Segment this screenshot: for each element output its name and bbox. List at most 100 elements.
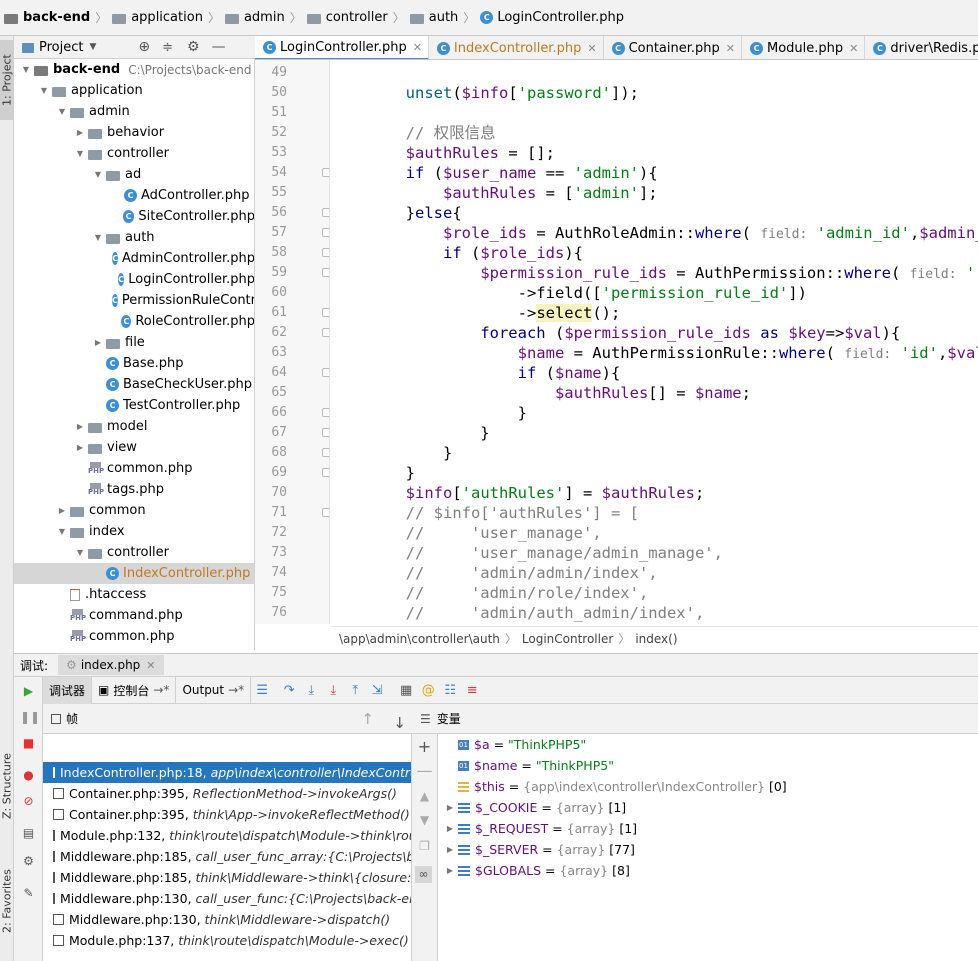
chevron-right-icon[interactable]: ▶ [74, 422, 86, 431]
tree-item[interactable]: ▼ auth [14, 227, 254, 248]
run-to-cursor-icon[interactable]: ⇲ [369, 683, 385, 698]
close-icon[interactable]: ✕ [587, 42, 596, 55]
glasses-icon[interactable]: ∞ [415, 866, 432, 883]
pause-icon[interactable]: ❚❚ [20, 709, 40, 726]
structure-tool-tab[interactable]: Z: Structure [0, 736, 14, 836]
frame-row[interactable]: Middleware.php:185, call_user_func_array:… [43, 846, 411, 867]
move-down-icon[interactable]: ▼ [416, 812, 433, 829]
target-icon[interactable]: ⊕ [138, 39, 150, 55]
close-icon[interactable]: ✕ [413, 41, 422, 54]
editor-tab[interactable]: C LoginController.php ✕ [255, 36, 429, 59]
fold-marker-icon[interactable] [322, 208, 329, 217]
variable-row[interactable]: ▶ $GLOBALS = {array} [8] [438, 860, 978, 881]
mute-breakpoints-icon[interactable]: ⊘ [20, 793, 37, 810]
project-panel-title[interactable]: Project [39, 40, 83, 55]
editor-tab[interactable]: Cdriver\Redis.php✕ [865, 36, 978, 59]
variable-row[interactable]: 01 $a = "ThinkPHP5" [438, 734, 978, 755]
tree-item[interactable]: ▶ behavior [14, 122, 254, 143]
tree-item[interactable]: ▼ index [14, 521, 254, 542]
chevron-right-icon[interactable]: ▶ [74, 128, 86, 137]
frame-row[interactable]: Container.php:395, think\App->invokeRefle… [43, 804, 411, 825]
chevron-down-icon[interactable]: ▼ [56, 527, 68, 536]
force-step-into-icon[interactable]: ⤓ [325, 683, 341, 698]
resume-icon[interactable]: ▶ [20, 683, 37, 700]
tree-item[interactable]: ▼ application [14, 80, 254, 101]
tree-item[interactable]: ▼ admin [14, 101, 254, 122]
variable-row[interactable]: 01 $name = "ThinkPHP5" [438, 755, 978, 776]
fold-marker-icon[interactable] [322, 268, 329, 277]
pin-icon[interactable]: →* [153, 683, 169, 697]
frame-row[interactable]: Middleware.php:130, think\Middleware->dis… [43, 909, 411, 930]
tree-item[interactable]: .htaccess [14, 584, 254, 605]
down-arrow-icon[interactable]: ↓ [393, 714, 406, 732]
tree-item[interactable]: ▶ common [14, 500, 254, 521]
chevron-down-icon[interactable]: ▼ [74, 149, 86, 158]
chevron-down-icon[interactable]: ▼ [92, 170, 104, 179]
code-breadcrumb-item[interactable]: LoginController [522, 632, 613, 646]
tree-item[interactable]: command.php [14, 605, 254, 626]
chevron-right-icon[interactable]: ▶ [92, 338, 104, 347]
frame-row[interactable]: Container.php:395, ReflectionMethod->invo… [43, 783, 411, 804]
debug-session-tab[interactable]: ⚙ index.php ✕ [58, 655, 164, 675]
add-watch-icon[interactable]: ≡ [464, 683, 480, 698]
pin-icon[interactable]: →* [228, 683, 244, 697]
chevron-right-icon[interactable]: ▶ [56, 506, 68, 515]
tree-item[interactable]: ▶ file [14, 332, 254, 353]
tree-item[interactable]: C RoleController.php [14, 311, 254, 332]
collapse-icon[interactable]: ≑ [162, 40, 173, 55]
fold-marker-icon[interactable] [322, 508, 329, 517]
fold-marker-icon[interactable] [322, 448, 329, 457]
chevron-down-icon[interactable]: ▼ [92, 233, 104, 242]
tree-item[interactable]: C LoginController.php [14, 269, 254, 290]
frame-row[interactable]: Module.php:132, think\route\dispatch\Modu… [43, 825, 411, 846]
step-out-icon[interactable]: ⤒ [347, 683, 363, 698]
fold-marker-icon[interactable] [322, 368, 329, 377]
breadcrumb-item[interactable]: admin [224, 10, 285, 25]
table-icon[interactable]: ▦ [398, 683, 414, 698]
fold-marker-icon[interactable] [322, 408, 329, 417]
tree-item[interactable]: CPermissionRuleController.php [14, 290, 254, 311]
tree-item[interactable]: C BaseCheckUser.php [14, 374, 254, 395]
frame-row[interactable]: Module.php:137, think\route\dispatch\Modu… [43, 930, 411, 951]
tree-item[interactable]: ▼ controller [14, 542, 254, 563]
tree-item[interactable]: tags.php [14, 479, 254, 500]
close-icon[interactable]: ✕ [849, 42, 858, 55]
fold-marker-icon[interactable] [322, 248, 329, 257]
console-tab[interactable]: ▣ 控制台 →* [92, 676, 177, 704]
variable-row[interactable]: ▶ $_COOKIE = {array} [1] [438, 797, 978, 818]
tree-item[interactable]: C AdminController.php [14, 248, 254, 269]
tree-item[interactable]: common.php [14, 626, 254, 647]
chevron-right-icon[interactable]: ▶ [444, 866, 456, 875]
fold-marker-icon[interactable] [322, 168, 329, 177]
favorites-tool-tab[interactable]: 2: Favorites [0, 856, 14, 946]
code-breadcrumb-item[interactable]: index() [635, 632, 677, 646]
up-arrow-icon[interactable]: ↑ [361, 710, 374, 728]
close-icon[interactable]: ✕ [146, 659, 155, 672]
watch-icon[interactable]: @ [420, 683, 436, 698]
project-tool-tab[interactable]: 1: Project [0, 40, 14, 120]
code-editor[interactable]: unset($info['password']); // 权限信息 $authR… [331, 60, 978, 624]
debugger-tab[interactable]: 调试器 [43, 676, 93, 704]
editor-tab[interactable]: C Module.php ✕ [742, 36, 866, 59]
chevron-down-icon[interactable]: ▼ [74, 548, 86, 557]
tree-item[interactable]: ▼ controller [14, 143, 254, 164]
settings-icon[interactable]: ⚙ [20, 853, 37, 870]
frame-row[interactable]: Middleware.php:185, think\Middleware->thi… [43, 867, 411, 888]
chevron-down-icon[interactable]: ▼ [56, 107, 68, 116]
fold-marker-icon[interactable] [322, 428, 329, 437]
fold-marker-icon[interactable] [322, 308, 329, 317]
tree-item[interactable]: C SiteController.php [14, 206, 254, 227]
fold-marker-icon[interactable] [322, 468, 329, 477]
output-tab[interactable]: Output →* [176, 676, 252, 704]
chevron-down-icon[interactable]: ▼ [89, 42, 96, 52]
stop-icon[interactable]: ■ [20, 735, 37, 752]
tree-item[interactable]: C IndexController.php [14, 563, 254, 584]
breadcrumb-item[interactable]: application [112, 10, 203, 25]
frame-row[interactable]: IndexController.php:18, app\index\control… [43, 762, 411, 783]
chevron-down-icon[interactable]: ▼ [20, 65, 32, 74]
breadcrumb-item[interactable]: back-end [4, 10, 90, 25]
minimize-icon[interactable]: — [212, 39, 226, 55]
chevron-down-icon[interactable]: ▼ [38, 86, 50, 95]
breadcrumb-item[interactable]: C LoginController.php [480, 10, 624, 25]
gear-icon[interactable]: ⚙ [187, 39, 200, 55]
